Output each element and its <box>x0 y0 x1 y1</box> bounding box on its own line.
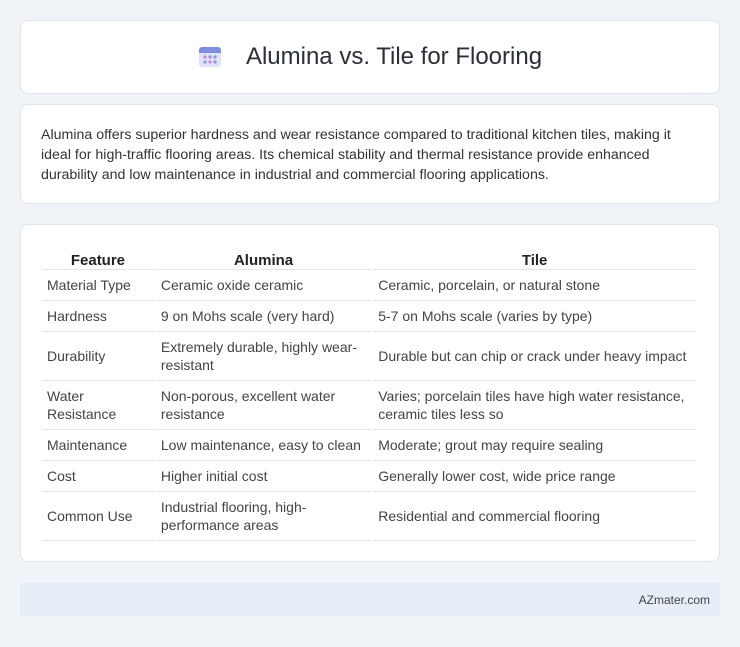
table-row: Material Type Ceramic oxide ceramic Cera… <box>42 270 696 301</box>
table-cell: Ceramic oxide ceramic <box>155 270 372 301</box>
table-cell: Low maintenance, easy to clean <box>155 430 372 461</box>
footer-site-link[interactable]: AZmater.com <box>639 593 710 607</box>
table-row: Cost Higher initial cost Generally lower… <box>42 461 696 492</box>
table-cell: Residential and commercial flooring <box>373 492 696 541</box>
table-cell: Durability <box>42 332 154 381</box>
table-cell: Higher initial cost <box>155 461 372 492</box>
table-cell: Non-porous, excellent water resistance <box>155 381 372 430</box>
table-row: Hardness 9 on Mohs scale (very hard) 5-7… <box>42 301 696 332</box>
table-cell: Ceramic, porcelain, or natural stone <box>373 270 696 301</box>
column-header: Tile <box>373 245 696 270</box>
table-row: Durability Extremely durable, highly wea… <box>42 332 696 381</box>
table-cell: Moderate; grout may require sealing <box>373 430 696 461</box>
page-title: Alumina vs. Tile for Flooring <box>245 43 543 70</box>
table-cell: Industrial flooring, high-performance ar… <box>155 492 372 541</box>
comparison-table: Feature Alumina Tile Material Type Ceram… <box>40 245 698 541</box>
table-cell: Material Type <box>42 270 154 301</box>
table-cell: Durable but can chip or crack under heav… <box>373 332 696 381</box>
footer: AZmater.com <box>20 583 720 616</box>
table-cell: Cost <box>42 461 154 492</box>
table-row: Water Resistance Non-porous, excellent w… <box>42 381 696 430</box>
table-cell: Extremely durable, highly wear-resistant <box>155 332 372 381</box>
table-cell: Maintenance <box>42 430 154 461</box>
intro-card: Alumina offers superior hardness and wea… <box>20 104 720 204</box>
table-row: Common Use Industrial flooring, high-per… <box>42 492 696 541</box>
column-header: Alumina <box>155 245 372 270</box>
table-cell: 9 on Mohs scale (very hard) <box>155 301 372 332</box>
table-cell: Generally lower cost, wide price range <box>373 461 696 492</box>
table-cell: Common Use <box>42 492 154 541</box>
title-card: Alumina vs. Tile for Flooring <box>20 20 720 94</box>
column-header: Feature <box>42 245 154 270</box>
table-cell: Hardness <box>42 301 154 332</box>
table-row: Maintenance Low maintenance, easy to cle… <box>42 430 696 461</box>
table-cell: 5-7 on Mohs scale (varies by type) <box>373 301 696 332</box>
comparison-card: Feature Alumina Tile Material Type Ceram… <box>20 224 720 562</box>
intro-text: Alumina offers superior hardness and wea… <box>41 127 671 183</box>
table-cell: Water Resistance <box>42 381 154 430</box>
calendar-icon <box>198 47 221 67</box>
table-cell: Varies; porcelain tiles have high water … <box>373 381 696 430</box>
table-header-row: Feature Alumina Tile <box>42 245 696 270</box>
